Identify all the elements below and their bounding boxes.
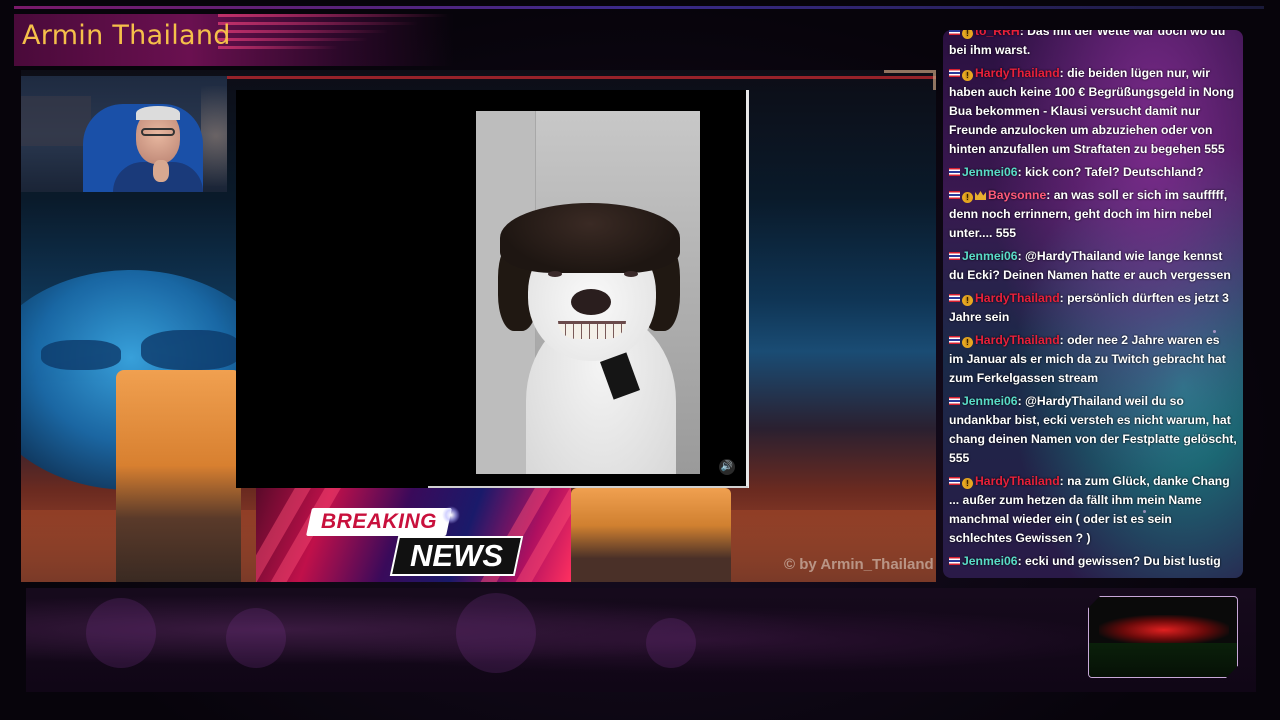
chat-message: Jenmei06: @HardyThailand wie lange kenns… xyxy=(949,247,1237,285)
news-label: NEWS xyxy=(389,536,524,576)
chat-message: Jenmei06: ecki und gewissen? Du bist lus… xyxy=(949,552,1237,571)
webcam-feed xyxy=(21,76,227,192)
chat-message: ! HardyThailand: die beiden lügen nur, wi… xyxy=(949,64,1237,159)
badge-coin-icon: ! xyxy=(962,295,973,306)
chat-message: ! Baysonne: an was soll er sich im saufff… xyxy=(949,186,1237,243)
badge-coin-icon: ! xyxy=(962,478,973,489)
flag-icon xyxy=(949,557,960,565)
flag-icon xyxy=(949,336,960,344)
flag-icon xyxy=(949,191,960,199)
chat-message: ! HardyThailand: na zum Glück, danke Chan… xyxy=(949,472,1237,548)
chat-text: : ecki und gewissen? Du bist lustig xyxy=(1017,554,1221,568)
dog-wig xyxy=(500,203,680,273)
flag-icon xyxy=(949,477,960,485)
flag-icon xyxy=(949,168,960,176)
badge-coin-icon: ! xyxy=(962,30,973,39)
breaking-news-banner: BREAKING NEWS xyxy=(256,488,571,582)
breaking-label: BREAKING xyxy=(306,508,452,536)
chat-message: Jenmei06: @HardyThailand weil du so unda… xyxy=(949,392,1237,468)
chat-message-list: ! to_RRH: Das mit der Wette war doch wo d… xyxy=(949,30,1237,575)
flag-icon xyxy=(949,397,960,405)
video-border xyxy=(746,90,749,488)
chat-message: ! to_RRH: Das mit der Wette war doch wo d… xyxy=(949,30,1237,60)
chat-username[interactable]: Jenmei06 xyxy=(962,165,1018,179)
flag-icon xyxy=(949,252,960,260)
flag-icon xyxy=(949,30,960,35)
studio-desk-right xyxy=(571,488,731,582)
chat-username[interactable]: Baysonne xyxy=(988,188,1046,202)
chat-panel: ! to_RRH: Das mit der Wette war doch wo d… xyxy=(943,30,1243,578)
dog-teeth xyxy=(558,321,626,339)
badge-coin-icon: ! xyxy=(962,337,973,348)
chat-text: : kick con? Tafel? Deutschland? xyxy=(1017,165,1204,179)
bottom-band xyxy=(26,588,1256,692)
flag-icon xyxy=(949,69,960,77)
studio-desk-left xyxy=(116,370,241,582)
mini-monitor xyxy=(1088,596,1238,678)
watermark: © by Armin_Thailand xyxy=(784,556,934,573)
chat-message: Jenmei06: kick con? Tafel? Deutschland? xyxy=(949,163,1237,182)
chat-username[interactable]: to_RRH xyxy=(975,30,1020,38)
chat-username[interactable]: HardyThailand xyxy=(975,66,1060,80)
title-decor-lines xyxy=(218,14,458,66)
chat-username[interactable]: HardyThailand xyxy=(975,474,1060,488)
chat-message: ! HardyThailand: persönlich dürften es je… xyxy=(949,289,1237,327)
stream-title: Armin Thailand xyxy=(22,20,231,51)
dog-nose xyxy=(571,289,611,315)
glasses xyxy=(141,128,175,136)
chat-username[interactable]: HardyThailand xyxy=(975,333,1060,347)
crown-icon xyxy=(975,191,986,200)
top-accent-strip xyxy=(14,6,1264,9)
chat-username[interactable]: HardyThailand xyxy=(975,291,1060,305)
corner-accent xyxy=(884,70,936,90)
chat-username[interactable]: Jenmei06 xyxy=(962,394,1018,408)
chat-message: ! HardyThailand: oder nee 2 Jahre waren e… xyxy=(949,331,1237,388)
speaker-icon[interactable]: 🔊 xyxy=(719,459,735,475)
flare-icon xyxy=(442,506,460,524)
dog-video-frame xyxy=(476,111,700,474)
chat-username[interactable]: Jenmei06 xyxy=(962,554,1018,568)
chat-username[interactable]: Jenmei06 xyxy=(962,249,1018,263)
badge-coin-icon: ! xyxy=(962,70,973,81)
badge-coin-icon: ! xyxy=(962,192,973,203)
flag-icon xyxy=(949,294,960,302)
